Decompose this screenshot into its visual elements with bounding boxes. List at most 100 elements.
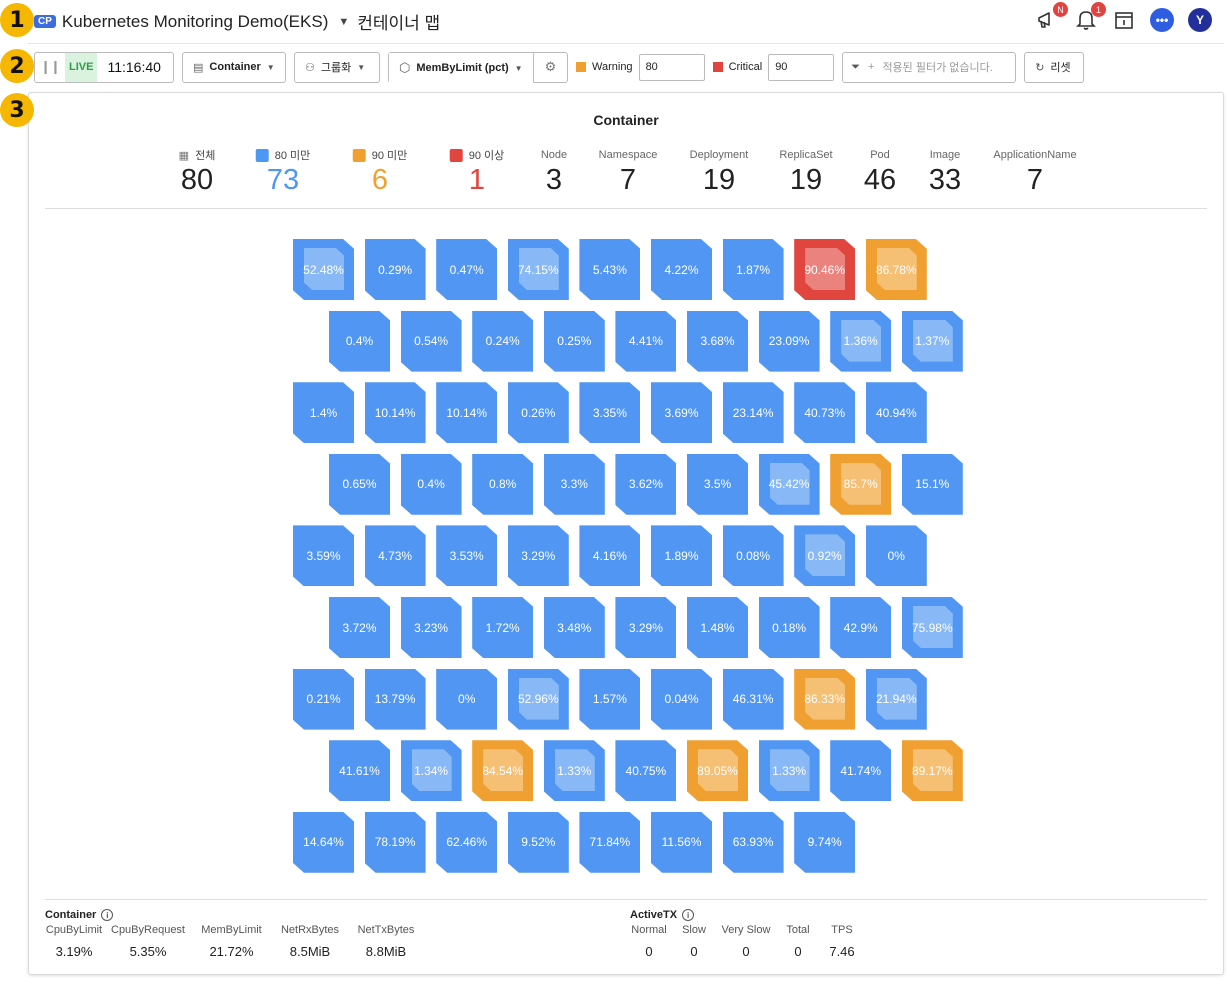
container-tile[interactable]: 0.26%	[507, 382, 569, 444]
container-tile[interactable]: 4.16%	[579, 525, 641, 587]
container-tile[interactable]: 1.33%	[543, 740, 605, 802]
stat-0[interactable]: ▦ 전체 80	[179, 147, 216, 197]
pause-icon[interactable]: ❙❙	[35, 59, 65, 75]
container-tile[interactable]: 3.35%	[579, 382, 641, 444]
container-tile[interactable]: 40.73%	[794, 382, 856, 444]
container-tile[interactable]: 23.14%	[722, 382, 784, 444]
filter-box[interactable]: ⏷ + 적용된 필터가 없습니다.	[842, 51, 1017, 83]
container-tile[interactable]: 3.69%	[651, 382, 712, 444]
container-tile[interactable]: 15.1%	[901, 453, 963, 515]
metric-select[interactable]: ⬡ MemByLimit (pct) ▼	[389, 52, 533, 84]
container-tile[interactable]: 0.18%	[758, 597, 820, 658]
container-tile[interactable]: 3.62%	[615, 453, 677, 515]
chat-icon[interactable]: •••	[1150, 8, 1174, 32]
stat-1[interactable]: 80 미만 73	[255, 147, 310, 197]
container-tile[interactable]: 1.34%	[400, 740, 462, 802]
container-tile[interactable]: 1.33%	[758, 740, 820, 802]
stat-7[interactable]: ReplicaSet 19	[779, 147, 832, 197]
container-tile[interactable]: 40.75%	[615, 740, 677, 802]
container-tile[interactable]: 0.29%	[364, 239, 426, 300]
container-tile[interactable]: 21.94%	[865, 668, 927, 730]
container-tile[interactable]: 1.36%	[830, 310, 892, 372]
gear-icon[interactable]: ⚙	[533, 52, 567, 82]
container-tile[interactable]: 52.96%	[507, 668, 569, 730]
container-tile[interactable]: 0.54%	[400, 310, 462, 372]
container-tile[interactable]: 41.61%	[329, 740, 390, 802]
container-tile[interactable]: 0%	[436, 668, 498, 730]
stat-6[interactable]: Deployment 19	[690, 147, 749, 197]
info-icon[interactable]: i	[101, 909, 114, 921]
container-tile[interactable]: 0.25%	[543, 310, 605, 372]
info-icon[interactable]: i	[682, 909, 695, 921]
stat-3[interactable]: 90 이상 1	[449, 147, 504, 197]
container-tile[interactable]: 3.29%	[615, 597, 677, 658]
container-tile[interactable]: 86.33%	[794, 668, 856, 730]
project-name[interactable]: Kubernetes Monitoring Demo(EKS)	[62, 12, 328, 32]
view-select[interactable]: ▤ Container ▼	[182, 51, 286, 83]
container-tile[interactable]: 0.4%	[400, 453, 462, 515]
container-tile[interactable]: 14.64%	[293, 811, 354, 873]
container-tile[interactable]: 78.19%	[364, 811, 426, 873]
alert-button[interactable]: 1	[1074, 2, 1106, 32]
container-tile[interactable]: 3.48%	[543, 597, 605, 658]
container-tile[interactable]: 3.29%	[507, 525, 569, 587]
stat-8[interactable]: Pod 46	[864, 147, 896, 197]
container-tile[interactable]: 3.59%	[293, 525, 354, 587]
container-tile[interactable]: 63.93%	[722, 811, 784, 873]
container-tile[interactable]: 0.8%	[472, 453, 534, 515]
container-tile[interactable]: 1.48%	[687, 597, 748, 658]
stat-5[interactable]: Namespace 7	[599, 147, 658, 197]
container-tile[interactable]: 71.84%	[579, 811, 641, 873]
container-tile[interactable]: 74.15%	[507, 239, 569, 300]
group-select[interactable]: ⚇ 그룹화 ▼	[294, 51, 380, 83]
container-tile[interactable]: 3.5%	[687, 453, 748, 515]
reset-button[interactable]: ↻ 리셋	[1024, 51, 1085, 83]
container-tile[interactable]: 4.41%	[615, 310, 677, 372]
stat-9[interactable]: Image 33	[929, 147, 961, 197]
container-tile[interactable]: 75.98%	[901, 597, 963, 658]
container-tile[interactable]: 0.4%	[329, 310, 390, 372]
container-tile[interactable]: 42.9%	[830, 597, 892, 658]
container-tile[interactable]: 0.24%	[472, 310, 534, 372]
container-tile[interactable]: 85.7%	[830, 453, 892, 515]
container-tile[interactable]: 1.37%	[901, 310, 963, 372]
container-tile[interactable]: 10.14%	[364, 382, 426, 444]
container-tile[interactable]: 89.05%	[687, 740, 748, 802]
container-tile[interactable]: 46.31%	[722, 668, 784, 730]
container-tile[interactable]: 4.22%	[651, 239, 712, 300]
container-tile[interactable]: 23.09%	[758, 310, 820, 372]
stat-10[interactable]: ApplicationName 7	[993, 147, 1076, 197]
avatar[interactable]: Y	[1188, 8, 1212, 32]
container-tile[interactable]: 0.21%	[293, 668, 354, 730]
container-tile[interactable]: 5.43%	[579, 239, 641, 300]
container-tile[interactable]: 0.65%	[329, 453, 390, 515]
container-tile[interactable]: 3.3%	[543, 453, 605, 515]
container-tile[interactable]: 10.14%	[436, 382, 498, 444]
live-control[interactable]: ❙❙ LIVE 11:16:40	[34, 51, 174, 83]
container-tile[interactable]: 84.54%	[472, 740, 534, 802]
container-tile[interactable]: 11.56%	[651, 811, 712, 873]
container-tile[interactable]: 4.73%	[364, 525, 426, 587]
container-tile[interactable]: 89.17%	[901, 740, 963, 802]
container-tile[interactable]: 0%	[865, 525, 927, 587]
calendar-button[interactable]	[1112, 8, 1136, 32]
container-tile[interactable]: 13.79%	[364, 668, 426, 730]
container-tile[interactable]: 41.74%	[830, 740, 892, 802]
stat-2[interactable]: 90 미만 6	[352, 147, 407, 197]
container-tile[interactable]: 3.23%	[400, 597, 462, 658]
container-tile[interactable]: 0.04%	[651, 668, 712, 730]
container-tile[interactable]: 52.48%	[293, 239, 354, 300]
container-tile[interactable]: 62.46%	[436, 811, 498, 873]
container-tile[interactable]: 3.68%	[687, 310, 748, 372]
container-tile[interactable]: 1.57%	[579, 668, 641, 730]
container-tile[interactable]: 1.89%	[651, 525, 712, 587]
container-tile[interactable]: 40.94%	[865, 382, 927, 444]
warning-input[interactable]	[638, 53, 705, 81]
container-tile[interactable]: 9.74%	[794, 811, 856, 873]
container-tile[interactable]: 0.92%	[794, 525, 856, 587]
container-tile[interactable]: 86.78%	[865, 239, 927, 300]
announcement-button[interactable]: N	[1036, 2, 1068, 32]
container-tile[interactable]: 1.72%	[472, 597, 534, 658]
project-dropdown-icon[interactable]: ▼	[338, 16, 349, 28]
container-tile[interactable]: 45.42%	[758, 453, 820, 515]
